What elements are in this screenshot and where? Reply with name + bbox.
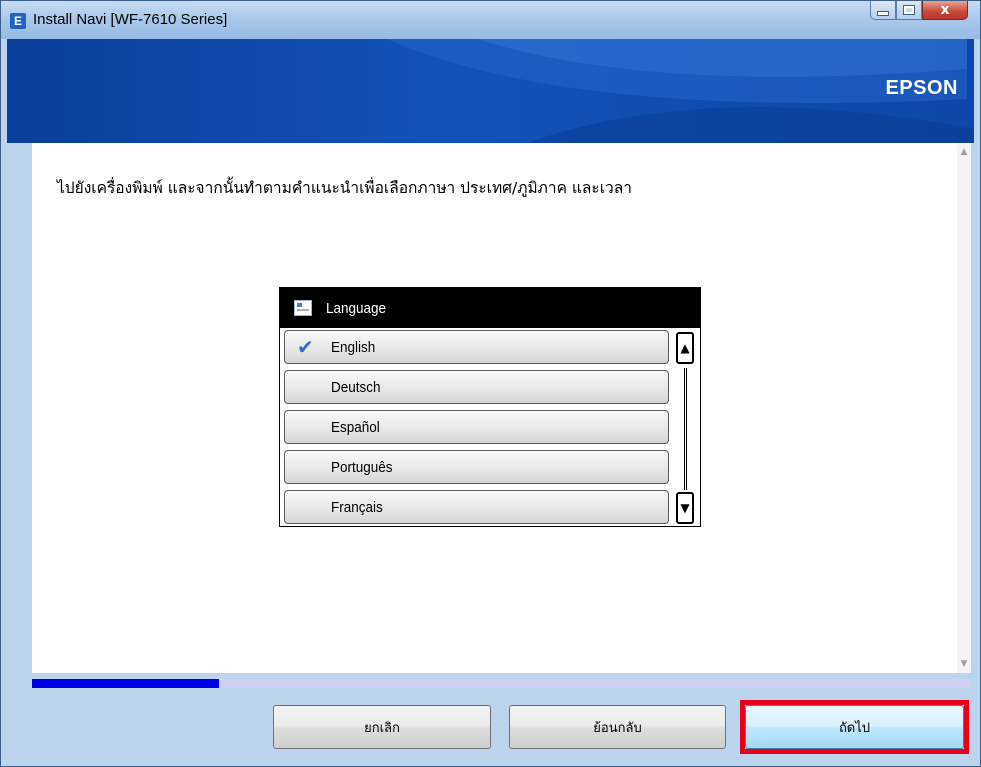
lcd-item-label: Deutsch <box>331 379 381 396</box>
lcd-item-label: English <box>331 339 376 356</box>
window-title: Install Navi [WF-7610 Series] <box>33 11 228 28</box>
language-settings-icon <box>294 300 312 316</box>
lcd-item-label: Português <box>331 459 393 476</box>
lcd-title: Language <box>326 300 387 317</box>
minimize-button[interactable] <box>870 1 896 20</box>
back-button[interactable]: ย้อนกลับ <box>509 705 726 749</box>
epson-logo: EPSON <box>885 77 958 99</box>
header-banner: EPSON <box>7 39 974 143</box>
lcd-down-arrow-icon: ▼ <box>676 492 694 524</box>
maximize-button[interactable] <box>896 1 922 20</box>
lcd-up-arrow-icon: ▲ <box>676 332 694 364</box>
lcd-item-label: Español <box>331 419 380 436</box>
installer-window: E Install Navi [WF-7610 Series] x EPSON … <box>0 0 981 767</box>
content-scrollbar[interactable]: ▲ ▼ <box>957 143 971 673</box>
lcd-language-item: Español <box>284 410 669 444</box>
cancel-button[interactable]: ยกเลิก <box>273 705 491 749</box>
close-button[interactable]: x <box>922 1 968 20</box>
title-bar[interactable]: E Install Navi [WF-7610 Series] x <box>1 1 980 39</box>
scroll-down-icon[interactable]: ▼ <box>959 659 969 669</box>
lcd-item-label: Français <box>331 499 383 516</box>
close-icon: x <box>940 2 950 18</box>
lcd-language-item: Português <box>284 450 669 484</box>
progress-bar <box>32 679 969 688</box>
instruction-text: ไปยังเครื่องพิมพ์ และจากนั้นทำตามคำแนะนำ… <box>57 179 632 197</box>
lcd-language-item: Deutsch <box>284 370 669 404</box>
minimize-icon <box>877 10 889 16</box>
scroll-up-icon[interactable]: ▲ <box>959 147 969 157</box>
lcd-language-item: ✔ English <box>284 330 669 364</box>
window-controls: x <box>870 1 968 21</box>
progress-fill <box>32 679 220 688</box>
lcd-scroll-track <box>684 368 687 490</box>
lcd-header: Language <box>280 288 700 328</box>
lcd-language-item: Français <box>284 490 669 524</box>
checkmark-icon: ✔ <box>297 335 314 359</box>
printer-lcd-illustration: Language ✔ English Deutsch Español Portu… <box>279 287 701 527</box>
maximize-icon <box>903 5 915 15</box>
app-icon: E <box>10 13 26 29</box>
next-button[interactable]: ถัดไป <box>745 705 964 749</box>
header-swoosh-decoration <box>387 39 974 143</box>
